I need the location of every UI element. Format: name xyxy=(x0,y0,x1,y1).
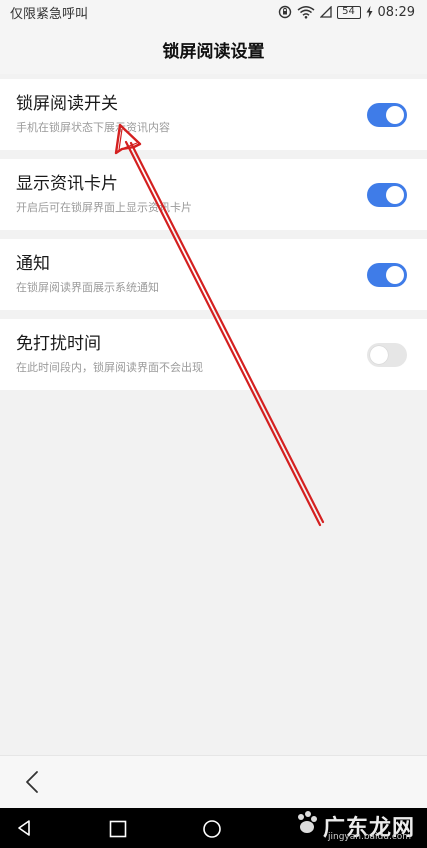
wifi-icon xyxy=(297,6,315,19)
notifications-toggle[interactable] xyxy=(367,262,407,287)
charging-icon xyxy=(366,6,373,18)
status-bar: 仅限紧急呼叫 54 08:29 xyxy=(0,0,427,24)
signal-icon xyxy=(319,6,332,18)
watermark: 广东龙网 jingyan.baidu.com xyxy=(290,804,415,842)
setting-item-notifications[interactable]: 通知 在锁屏阅读界面展示系统通知 xyxy=(0,239,427,310)
setting-description: 开启后可在锁屏界面上显示资讯卡片 xyxy=(16,201,192,215)
setting-title: 锁屏阅读开关 xyxy=(16,93,118,114)
setting-description: 在锁屏阅读界面展示系统通知 xyxy=(16,281,159,295)
setting-item-do-not-disturb[interactable]: 免打扰时间 在此时间段内，锁屏阅读界面不会出现 xyxy=(0,319,427,390)
back-arrow-icon[interactable] xyxy=(22,770,44,794)
setting-item-news-cards[interactable]: 显示资讯卡片 开启后可在锁屏界面上显示资讯卡片 xyxy=(0,159,427,230)
nav-back-icon[interactable] xyxy=(14,818,34,838)
settings-list: 锁屏阅读开关 手机在锁屏状态下展示资讯内容 显示资讯卡片 开启后可在锁屏界面上显… xyxy=(0,79,427,399)
clock: 08:29 xyxy=(377,4,415,20)
toggle-knob xyxy=(370,345,388,364)
setting-text: 锁屏阅读开关 手机在锁屏状态下展示资讯内容 xyxy=(16,94,170,135)
setting-title: 免打扰时间 xyxy=(16,333,101,354)
setting-text: 通知 在锁屏阅读界面展示系统通知 xyxy=(16,254,159,295)
battery-level: 54 xyxy=(342,6,355,17)
setting-description: 在此时间段内，锁屏阅读界面不会出现 xyxy=(16,361,203,375)
toggle-knob xyxy=(386,185,404,204)
nav-recents-icon[interactable] xyxy=(109,820,127,838)
toggle-knob xyxy=(386,265,404,284)
battery-icon: 54 xyxy=(336,5,361,19)
page-header: 锁屏阅读设置 xyxy=(0,24,427,74)
page-title: 锁屏阅读设置 xyxy=(162,41,265,62)
do-not-disturb-toggle[interactable] xyxy=(367,342,407,367)
setting-item-lockscreen-reading[interactable]: 锁屏阅读开关 手机在锁屏状态下展示资讯内容 xyxy=(0,79,427,150)
news-cards-toggle[interactable] xyxy=(367,182,407,207)
carrier-text: 仅限紧急呼叫 xyxy=(10,6,89,22)
lockscreen-reading-toggle[interactable] xyxy=(367,102,407,127)
nav-home-icon[interactable] xyxy=(202,819,222,839)
setting-text: 显示资讯卡片 开启后可在锁屏界面上显示资讯卡片 xyxy=(16,174,192,215)
setting-description: 手机在锁屏状态下展示资讯内容 xyxy=(16,121,170,135)
status-icons: 54 08:29 xyxy=(278,5,415,20)
setting-title: 通知 xyxy=(16,253,50,274)
baidu-paw-logo xyxy=(298,811,317,833)
system-navigation-bar: 广东龙网 jingyan.baidu.com xyxy=(0,808,427,848)
toggle-knob xyxy=(386,105,404,124)
rotation-lock-icon xyxy=(278,5,291,19)
watermark-url: jingyan.baidu.com xyxy=(328,832,412,842)
setting-text: 免打扰时间 在此时间段内，锁屏阅读界面不会出现 xyxy=(16,334,203,375)
setting-title: 显示资讯卡片 xyxy=(16,173,118,194)
bottom-toolbar xyxy=(0,755,427,808)
